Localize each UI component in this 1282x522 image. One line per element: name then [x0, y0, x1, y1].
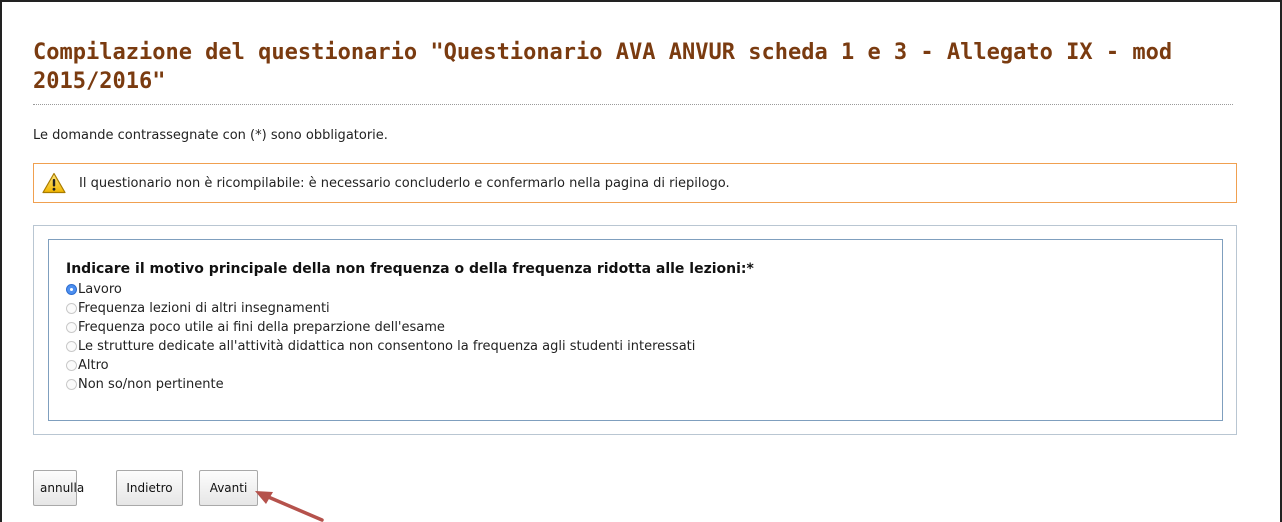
- option-altro[interactable]: Altro: [66, 356, 695, 375]
- option-label: Frequenza poco utile ai fini della prepa…: [78, 320, 445, 335]
- option-frequenza-poco-utile[interactable]: Frequenza poco utile ai fini della prepa…: [66, 318, 695, 337]
- radio-button-selected[interactable]: [66, 284, 77, 295]
- question-panel: Indicare il motivo principale della non …: [48, 239, 1223, 421]
- cancel-button[interactable]: annulla: [33, 470, 84, 506]
- page-title: Compilazione del questionario "Questiona…: [33, 40, 1173, 94]
- question-label: Indicare il motivo principale della non …: [66, 261, 754, 277]
- warning-message: Il questionario non è ricompilabile: è n…: [79, 176, 730, 191]
- option-label: Lavoro: [78, 282, 122, 297]
- question-container: Indicare il motivo principale della non …: [33, 225, 1237, 435]
- radio-button[interactable]: [66, 379, 77, 390]
- radio-button[interactable]: [66, 303, 77, 314]
- option-lavoro[interactable]: Lavoro: [66, 280, 695, 299]
- option-label: Le strutture dedicate all'attività didat…: [78, 339, 696, 354]
- radio-button[interactable]: [66, 322, 77, 333]
- option-label: Non so/non pertinente: [78, 377, 224, 392]
- option-label: Altro: [78, 358, 109, 373]
- back-button[interactable]: Indietro: [116, 470, 183, 506]
- option-frequenza-altri-insegnamenti[interactable]: Frequenza lezioni di altri insegnamenti: [66, 299, 695, 318]
- option-non-so[interactable]: Non so/non pertinente: [66, 375, 695, 394]
- radio-button[interactable]: [66, 341, 77, 352]
- option-strutture-didattiche[interactable]: Le strutture dedicate all'attività didat…: [66, 337, 695, 356]
- title-divider: [33, 104, 1233, 105]
- radio-button[interactable]: [66, 360, 77, 371]
- annotation-arrow-icon: [255, 491, 324, 522]
- required-fields-note: Le domande contrassegnate con (*) sono o…: [33, 128, 388, 143]
- warning-triangle-icon: [42, 172, 66, 194]
- answer-options: Lavoro Frequenza lezioni di altri insegn…: [66, 280, 695, 394]
- option-label: Frequenza lezioni di altri insegnamenti: [78, 301, 330, 316]
- warning-banner: Il questionario non è ricompilabile: è n…: [33, 163, 1237, 203]
